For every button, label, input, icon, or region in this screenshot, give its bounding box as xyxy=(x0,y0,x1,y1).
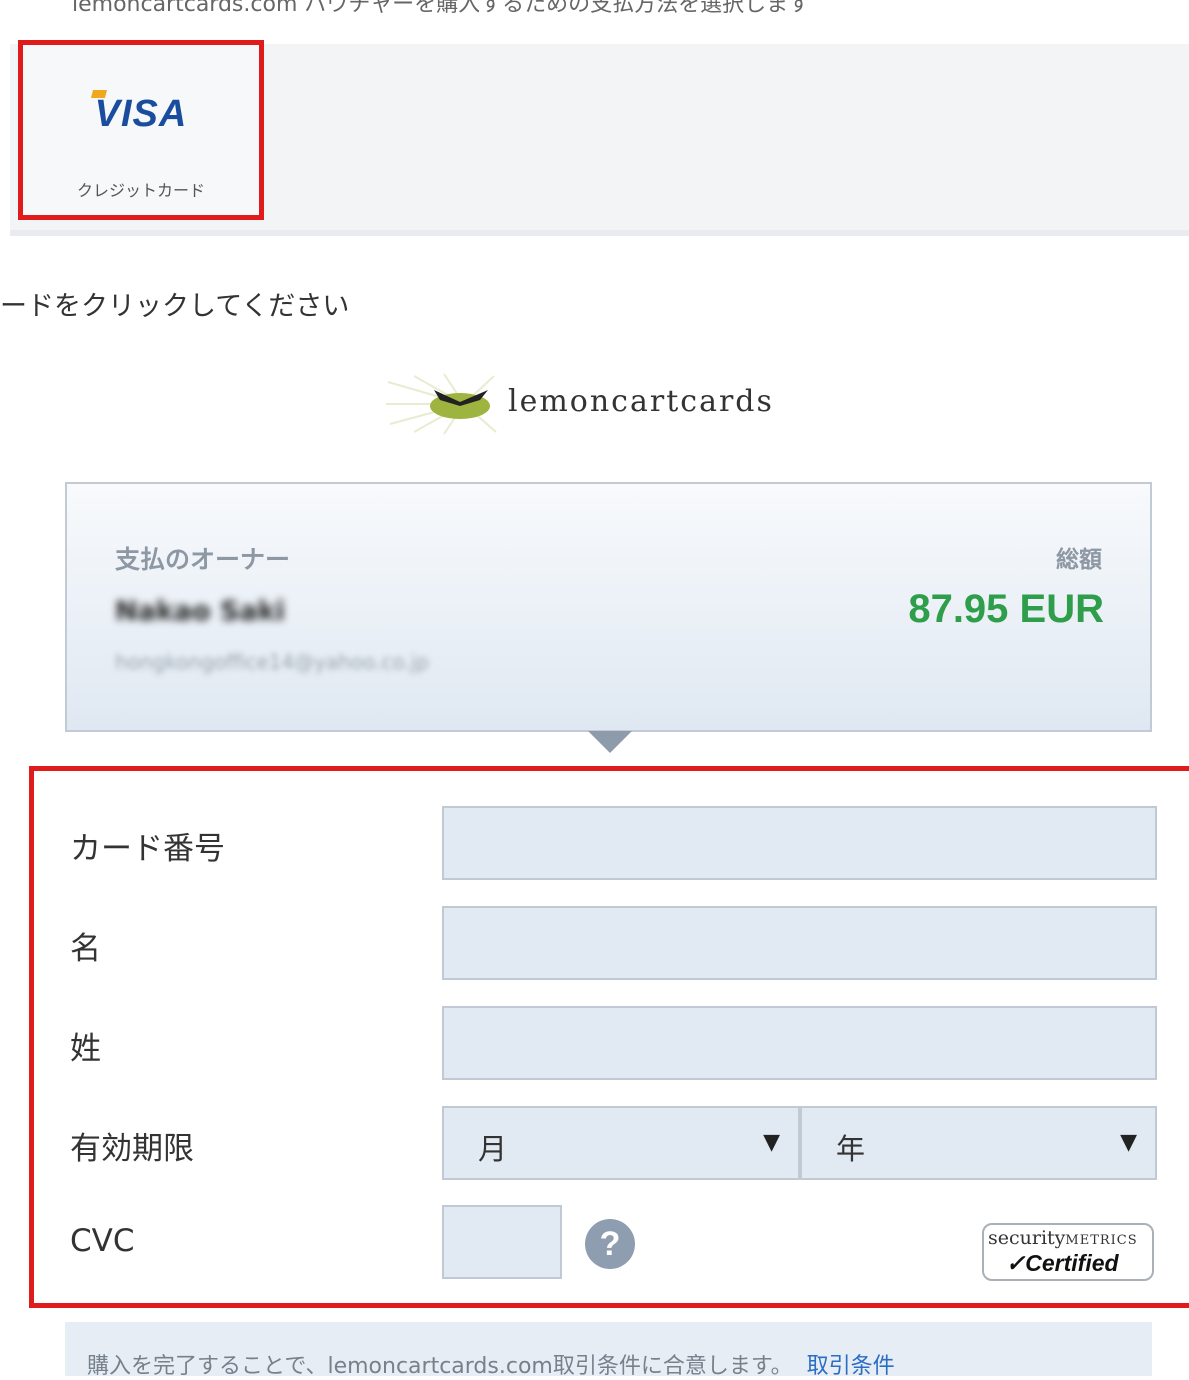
card-number-label: カード番号 xyxy=(70,831,225,867)
cvc-label: CVC xyxy=(70,1223,135,1259)
owner-email: hongkongoffice14@yahoo.co.jp xyxy=(115,650,429,674)
brand-logo: lemoncartcards xyxy=(384,372,854,436)
total-label: 総額 xyxy=(1056,547,1102,573)
payment-method-visa[interactable]: VISA クレジットカード xyxy=(18,40,264,220)
expiry-year-select[interactable]: 年 ▼ xyxy=(800,1106,1157,1180)
last-name-input[interactable] xyxy=(442,1006,1157,1080)
click-instruction: ードをクリックしてください xyxy=(0,291,350,322)
owner-name: Nakao Saki xyxy=(115,596,285,627)
chevron-down-icon: ▼ xyxy=(763,1130,780,1155)
securitymetrics-badge[interactable]: securityMETRICS ✓Certified xyxy=(982,1223,1154,1281)
brand-name: lemoncartcards xyxy=(508,384,774,419)
terms-link[interactable]: 取引条件 xyxy=(807,1354,895,1379)
cvc-input[interactable] xyxy=(442,1205,562,1279)
expiry-year-value: 年 xyxy=(836,1132,866,1166)
card-number-input[interactable] xyxy=(442,806,1157,880)
terms-text: 購入を完了することで、lemoncartcards.com取引条件に合意します。… xyxy=(87,1354,895,1379)
payment-summary: 支払のオーナー Nakao Saki hongkongoffice14@yaho… xyxy=(65,482,1152,732)
total-value: 87.95 EUR xyxy=(908,587,1104,631)
first-name-label: 名 xyxy=(70,931,101,967)
chevron-down-icon: ▼ xyxy=(1120,1130,1137,1155)
visa-logo-icon: VISA xyxy=(94,93,188,135)
card-form: カード番号 名 姓 有効期限 月 ▼ 年 ▼ CVC ? securityMET… xyxy=(29,766,1189,1308)
terms-notice: 購入を完了することで、lemoncartcards.com取引条件に合意します。… xyxy=(65,1322,1152,1379)
first-name-input[interactable] xyxy=(442,906,1157,980)
expiry-month-select[interactable]: 月 ▼ xyxy=(442,1106,800,1180)
help-icon[interactable]: ? xyxy=(585,1219,635,1269)
payment-method-label: クレジットカード xyxy=(76,181,205,200)
top-instruction-strip: lemoncartcards.com バウチャーを購入するための支払方法を選択し… xyxy=(10,0,1189,44)
owner-label: 支払のオーナー xyxy=(115,545,291,574)
top-instruction-text: lemoncartcards.com バウチャーを購入するための支払方法を選択し… xyxy=(72,0,811,17)
expiry-label: 有効期限 xyxy=(70,1131,194,1167)
badge-top: securityMETRICS xyxy=(988,1227,1138,1249)
lemon-logo-icon xyxy=(386,373,497,435)
last-name-label: 姓 xyxy=(70,1031,101,1067)
expiry-month-value: 月 xyxy=(478,1132,508,1166)
summary-pointer xyxy=(588,731,632,753)
badge-certified: ✓Certified xyxy=(1006,1250,1119,1276)
